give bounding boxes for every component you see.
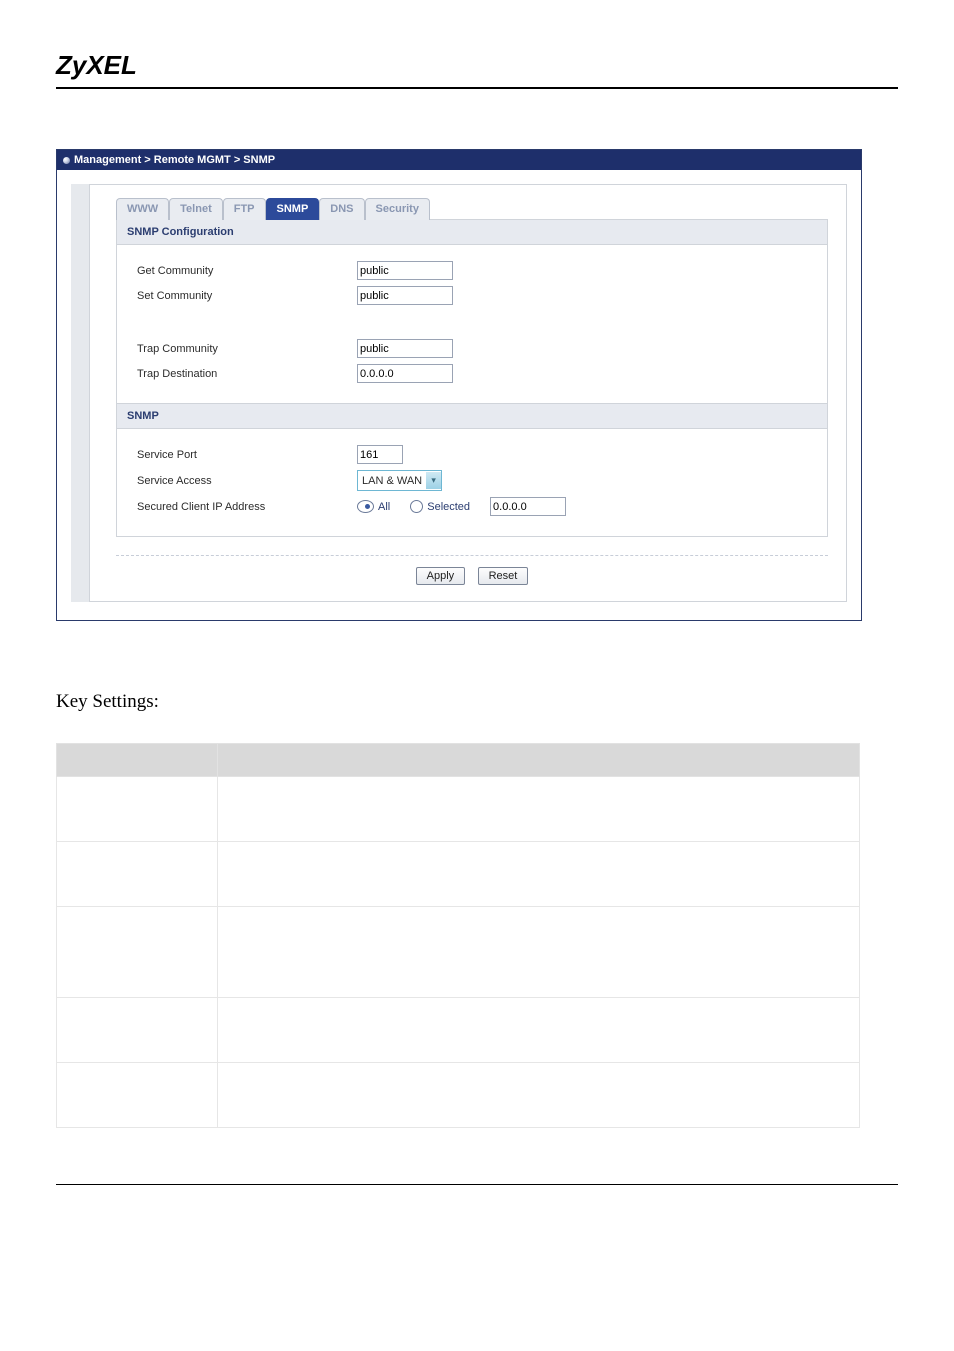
key-settings-table xyxy=(56,743,860,1128)
radio-all[interactable]: All xyxy=(357,500,390,513)
footer-line xyxy=(56,1184,898,1185)
label-service-port: Service Port xyxy=(137,449,357,461)
radio-icon xyxy=(357,500,374,513)
reset-button[interactable]: Reset xyxy=(478,567,529,585)
label-trap-destination: Trap Destination xyxy=(137,368,357,380)
table-row xyxy=(57,998,860,1063)
left-shade xyxy=(71,184,90,602)
input-secured-ip[interactable] xyxy=(490,497,566,516)
radio-icon xyxy=(410,500,423,513)
key-table-header-0 xyxy=(57,744,218,777)
key-table-header-1 xyxy=(218,744,860,777)
breadcrumb: Management > Remote MGMT > SNMP xyxy=(57,150,861,170)
label-get-community: Get Community xyxy=(137,265,357,277)
brand-underline xyxy=(56,87,898,89)
radio-selected-label: Selected xyxy=(427,501,470,513)
input-trap-community[interactable] xyxy=(357,339,453,358)
tab-security[interactable]: Security xyxy=(365,198,430,220)
snmp-config-panel: SNMP Configuration Get Community Set Com… xyxy=(116,219,828,537)
tabs: WWW Telnet FTP SNMP DNS Security xyxy=(116,197,828,219)
section-header-snmp: SNMP xyxy=(117,403,827,429)
input-service-port[interactable] xyxy=(357,445,403,464)
section-header-snmp-config: SNMP Configuration xyxy=(117,220,827,245)
screenshot-panel: Management > Remote MGMT > SNMP WWW Teln… xyxy=(56,149,862,621)
tab-dns[interactable]: DNS xyxy=(319,198,364,220)
label-secured-ip: Secured Client IP Address xyxy=(137,501,357,513)
label-trap-community: Trap Community xyxy=(137,343,357,355)
select-service-access-value: LAN & WAN xyxy=(362,475,422,487)
button-row: Apply Reset xyxy=(116,555,828,601)
chevron-down-icon: ▾ xyxy=(426,472,441,489)
table-row xyxy=(57,1063,860,1128)
tab-www[interactable]: WWW xyxy=(116,198,169,220)
apply-button[interactable]: Apply xyxy=(416,567,466,585)
radio-all-label: All xyxy=(378,501,390,513)
tab-ftp[interactable]: FTP xyxy=(223,198,266,220)
table-row xyxy=(57,842,860,907)
table-row xyxy=(57,777,860,842)
radio-selected[interactable]: Selected xyxy=(410,500,470,513)
input-set-community[interactable] xyxy=(357,286,453,305)
label-set-community: Set Community xyxy=(137,290,357,302)
title-bullet-icon xyxy=(63,157,70,164)
brand-logo: ZyXEL xyxy=(56,50,898,81)
breadcrumb-text: Management > Remote MGMT > SNMP xyxy=(74,154,275,166)
select-service-access[interactable]: LAN & WAN ▾ xyxy=(357,470,442,491)
input-trap-destination[interactable] xyxy=(357,364,453,383)
tab-snmp[interactable]: SNMP xyxy=(266,198,320,220)
input-get-community[interactable] xyxy=(357,261,453,280)
label-service-access: Service Access xyxy=(137,475,357,487)
tab-telnet[interactable]: Telnet xyxy=(169,198,223,220)
table-row xyxy=(57,907,860,998)
key-settings-heading: Key Settings: xyxy=(56,691,898,713)
